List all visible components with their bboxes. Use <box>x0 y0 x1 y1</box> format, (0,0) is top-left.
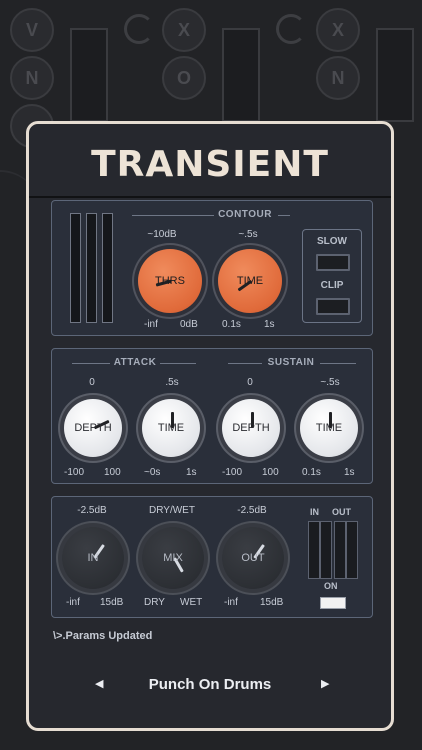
mix-knob[interactable]: MIX <box>142 527 204 589</box>
title-divider <box>29 196 391 198</box>
next-preset-button[interactable]: ▶ <box>321 677 329 690</box>
in-gain-min: -inf <box>66 597 80 608</box>
sustain-time-knob[interactable]: TIME <box>300 399 358 457</box>
attack-time-max: 1s <box>186 467 197 478</box>
background-arc <box>124 14 154 44</box>
status-text: \>.Params Updated <box>53 630 153 642</box>
sustain-rule-right <box>320 363 356 364</box>
background-knob: X <box>316 8 360 52</box>
attack-depth-min: -100 <box>64 467 85 478</box>
sustain-depth-min: -100 <box>222 467 243 478</box>
mix-value: DRY/WET <box>149 505 195 516</box>
attack-depth-knob-label: DEPTH <box>74 422 112 434</box>
background-meter <box>222 28 260 122</box>
sustain-depth-knob[interactable]: DEPTH <box>222 399 280 457</box>
contour-rule-left <box>132 215 214 216</box>
attack-sustain-section: ATTACK SUSTAIN 0 DEPTH -100 100 .5s TIME… <box>51 348 373 484</box>
transient-plugin-panel: TRANSIENT CONTOUR ~10dB THRS -inf 0dB ~.… <box>26 121 394 731</box>
contour-time-knob-label: TIME <box>236 275 264 287</box>
in-level-meter-l <box>308 521 320 579</box>
attack-depth-max: 100 <box>104 467 121 478</box>
out-gain-knob[interactable]: OUT <box>222 527 284 589</box>
sustain-time-value: ~.5s <box>320 377 340 388</box>
on-label: ON <box>324 581 338 591</box>
attack-rule-right <box>160 363 196 364</box>
preset-name[interactable]: Punch On Drums <box>29 676 391 693</box>
contour-label: CONTOUR <box>218 209 272 220</box>
contour-time-max: 1s <box>264 319 275 330</box>
sustain-depth-knob-label: DEPTH <box>232 422 270 434</box>
contour-time-knob[interactable]: TIME <box>218 249 282 313</box>
sustain-depth-value: 0 <box>247 377 253 388</box>
in-gain-max: 15dB <box>100 597 124 608</box>
input-meter-3 <box>102 213 113 323</box>
in-meter-label: IN <box>310 507 319 517</box>
out-gain-knob-label: OUT <box>241 552 265 564</box>
out-meter-label: OUT <box>332 507 351 517</box>
background-knob: N <box>10 56 54 100</box>
attack-time-value: .5s <box>165 377 179 388</box>
background-knob: X <box>162 8 206 52</box>
contour-rule-right <box>278 215 290 216</box>
mix-knob-label: MIX <box>163 552 183 564</box>
background-knob: V <box>10 8 54 52</box>
bypass-on-button[interactable] <box>320 597 346 609</box>
attack-rule-left <box>72 363 110 364</box>
clip-label: CLIP <box>320 280 344 291</box>
slow-toggle[interactable] <box>316 254 350 271</box>
background-knob: O <box>162 56 206 100</box>
background-arc <box>276 14 306 44</box>
out-level-meter-l <box>334 521 346 579</box>
thrs-knob-label: THRS <box>155 275 185 287</box>
mode-switch-box: SLOW CLIP <box>302 229 362 323</box>
attack-time-knob-label: TIME <box>157 422 185 434</box>
output-section: -2.5dB IN -inf 15dB DRY/WET MIX DRY WET … <box>51 496 373 618</box>
input-meter-2 <box>86 213 97 323</box>
out-gain-max: 15dB <box>260 597 284 608</box>
attack-depth-knob[interactable]: DEPTH <box>64 399 122 457</box>
contour-time-value: ~.5s <box>238 229 258 240</box>
sustain-label: SUSTAIN <box>267 357 315 368</box>
attack-time-min: ~0s <box>144 467 161 478</box>
background-knob: N <box>316 56 360 100</box>
in-gain-knob[interactable]: IN <box>62 527 124 589</box>
input-meter-1 <box>70 213 81 323</box>
out-gain-value: -2.5dB <box>237 505 267 516</box>
out-level-meter-r <box>346 521 358 579</box>
in-gain-value: -2.5dB <box>77 505 107 516</box>
sustain-time-knob-label: TIME <box>315 422 343 434</box>
contour-section: CONTOUR ~10dB THRS -inf 0dB ~.5s TIME 0.… <box>51 200 373 336</box>
contour-time-min: 0.1s <box>222 319 241 330</box>
thrs-knob[interactable]: THRS <box>138 249 202 313</box>
in-level-meter-r <box>320 521 332 579</box>
thrs-max: 0dB <box>180 319 198 330</box>
thrs-min: -inf <box>144 319 158 330</box>
slow-label: SLOW <box>317 236 347 247</box>
clip-toggle[interactable] <box>316 298 350 315</box>
sustain-depth-max: 100 <box>262 467 279 478</box>
out-gain-min: -inf <box>224 597 238 608</box>
attack-label: ATTACK <box>113 357 157 368</box>
sustain-time-min: 0.1s <box>302 467 321 478</box>
attack-depth-value: 0 <box>89 377 95 388</box>
attack-time-knob[interactable]: TIME <box>142 399 200 457</box>
mix-min: DRY <box>144 597 165 608</box>
plugin-title: TRANSIENT <box>91 144 329 185</box>
in-gain-knob-label: IN <box>87 552 99 564</box>
sustain-rule-left <box>228 363 262 364</box>
background-meter <box>376 28 414 122</box>
mix-max: WET <box>180 597 203 608</box>
sustain-time-max: 1s <box>344 467 355 478</box>
thrs-value: ~10dB <box>147 229 177 240</box>
background-meter <box>70 28 108 122</box>
